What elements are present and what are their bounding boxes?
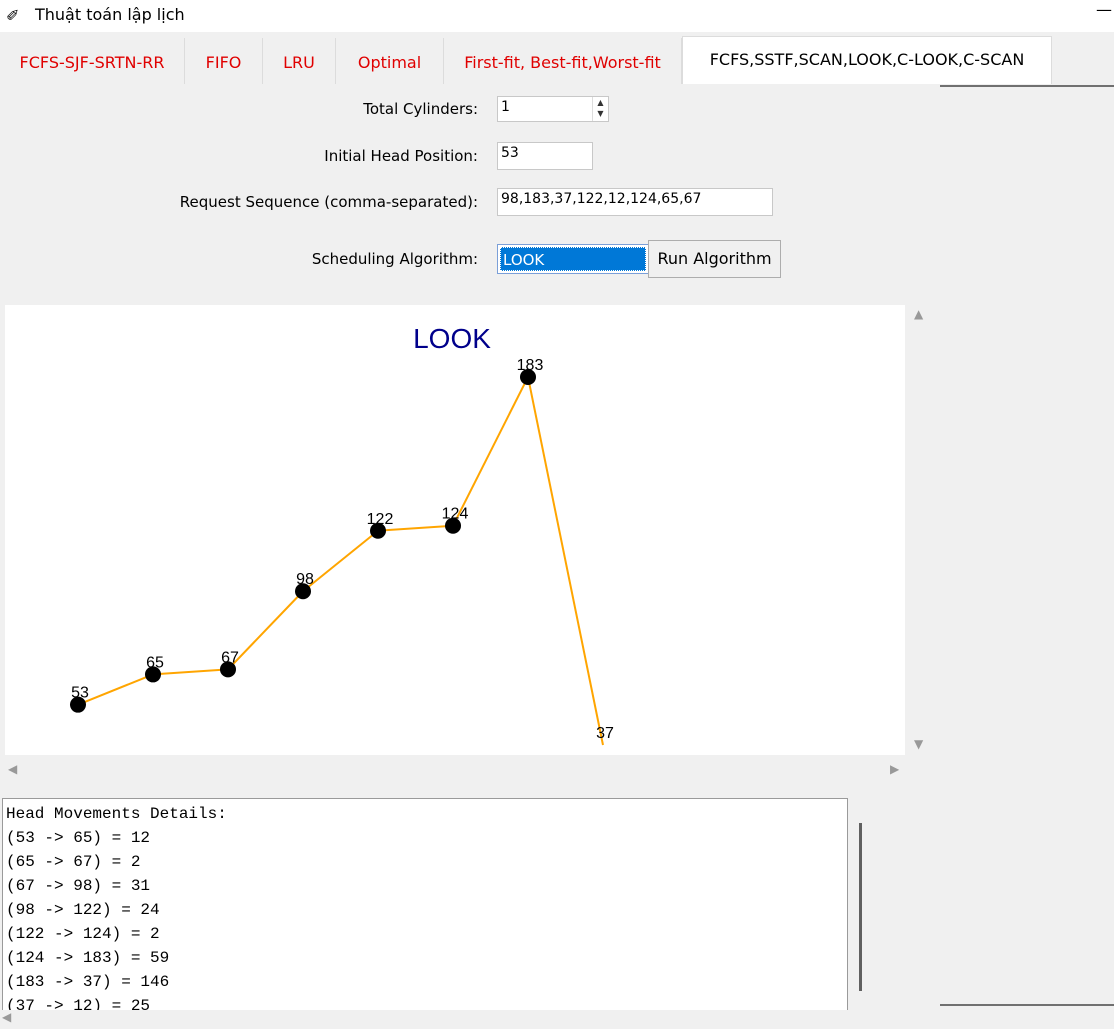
tab-fifo[interactable]: FIFO [185, 38, 263, 84]
run-algorithm-button[interactable]: Run Algorithm [648, 240, 781, 278]
algorithm-label: Scheduling Algorithm: [311, 250, 478, 268]
tab-lru[interactable]: LRU [263, 38, 336, 84]
details-line: (183 -> 37) = 146 [6, 973, 170, 991]
data-label: 67 [221, 649, 239, 666]
details-line: Head Movements Details: [6, 805, 227, 823]
bottom-scrollbar[interactable] [0, 1010, 1114, 1029]
chart-scroll-left-icon[interactable]: ◀ [8, 762, 17, 776]
feather-icon: ✐ [6, 6, 20, 25]
details-line: (67 -> 98) = 31 [6, 877, 151, 895]
chart-scroll-up-icon[interactable]: ▲ [914, 307, 923, 321]
tab-cpu-scheduling[interactable]: FCFS-SJF-SRTN-RR [0, 38, 185, 84]
window-title: Thuật toán lập lịch [35, 5, 185, 24]
total-cylinders-spinbox[interactable]: 1 ▲ ▼ [497, 96, 609, 122]
tab-disk-scheduling[interactable]: FCFS,SSTF,SCAN,LOOK,C-LOOK,C-SCAN [682, 36, 1052, 84]
details-line: (122 -> 124) = 2 [6, 925, 160, 943]
tab-bar: FCFS-SJF-SRTN-RR FIFO LRU Optimal First-… [0, 36, 1114, 86]
algorithm-select[interactable]: LOOK [497, 244, 649, 274]
request-sequence-input[interactable]: 98,183,37,122,12,124,65,67 [497, 188, 773, 216]
data-label: 53 [71, 685, 89, 702]
details-line: (37 -> 12) = 25 [6, 997, 151, 1011]
details-line: (124 -> 183) = 59 [6, 949, 170, 967]
data-label: 37 [596, 725, 614, 742]
spin-down-icon[interactable]: ▼ [593, 108, 608, 119]
series-segment [77, 673, 154, 706]
disk-schedule-chart: LOOK 53 65 67 98 122 124 183 37 [70, 323, 614, 746]
chart-title: LOOK [413, 323, 491, 354]
request-sequence-label: Request Sequence (comma-separated): [179, 193, 478, 211]
data-label: 65 [146, 654, 164, 671]
tab-memory-fit[interactable]: First-fit, Best-fit,Worst-fit [444, 38, 682, 84]
data-label: 98 [296, 571, 314, 588]
data-label: 124 [442, 506, 469, 523]
bottom-scroll-left-icon[interactable]: ◀ [2, 1010, 11, 1024]
chart-scroll-right-icon[interactable]: ▶ [890, 762, 899, 776]
initial-head-label: Initial Head Position: [324, 147, 478, 165]
bottom-divider [940, 1004, 1114, 1006]
spin-up-icon[interactable]: ▲ [593, 97, 608, 108]
initial-head-input[interactable]: 53 [497, 142, 593, 170]
series-segment [527, 376, 604, 746]
total-cylinders-label: Total Cylinders: [363, 100, 478, 118]
tab-optimal[interactable]: Optimal [336, 38, 444, 84]
chart-scroll-down-icon[interactable]: ▼ [914, 737, 923, 751]
details-line: (98 -> 122) = 24 [6, 901, 160, 919]
series-segment [302, 529, 379, 593]
details-line: (53 -> 65) = 12 [6, 829, 151, 847]
series-segment [152, 668, 229, 676]
total-cylinders-value: 1 [501, 99, 510, 115]
title-bar: ✐ Thuật toán lập lịch — [0, 0, 1114, 32]
spinbox-arrows[interactable]: ▲ ▼ [592, 97, 608, 121]
chart-canvas: LOOK 53 65 67 98 122 124 183 37 [5, 305, 905, 755]
minimize-button[interactable]: — [1096, 0, 1112, 19]
details-line: (65 -> 67) = 2 [6, 853, 141, 871]
algorithm-selected-value: LOOK [500, 247, 646, 271]
data-label: 183 [517, 357, 544, 374]
series-segment [227, 590, 304, 671]
details-scrollbar[interactable] [859, 823, 862, 991]
head-movements-details[interactable]: Head Movements Details: (53 -> 65) = 12 … [2, 798, 848, 1011]
data-label: 122 [367, 511, 394, 528]
tab-divider [940, 85, 1114, 87]
series-segment [452, 376, 529, 527]
